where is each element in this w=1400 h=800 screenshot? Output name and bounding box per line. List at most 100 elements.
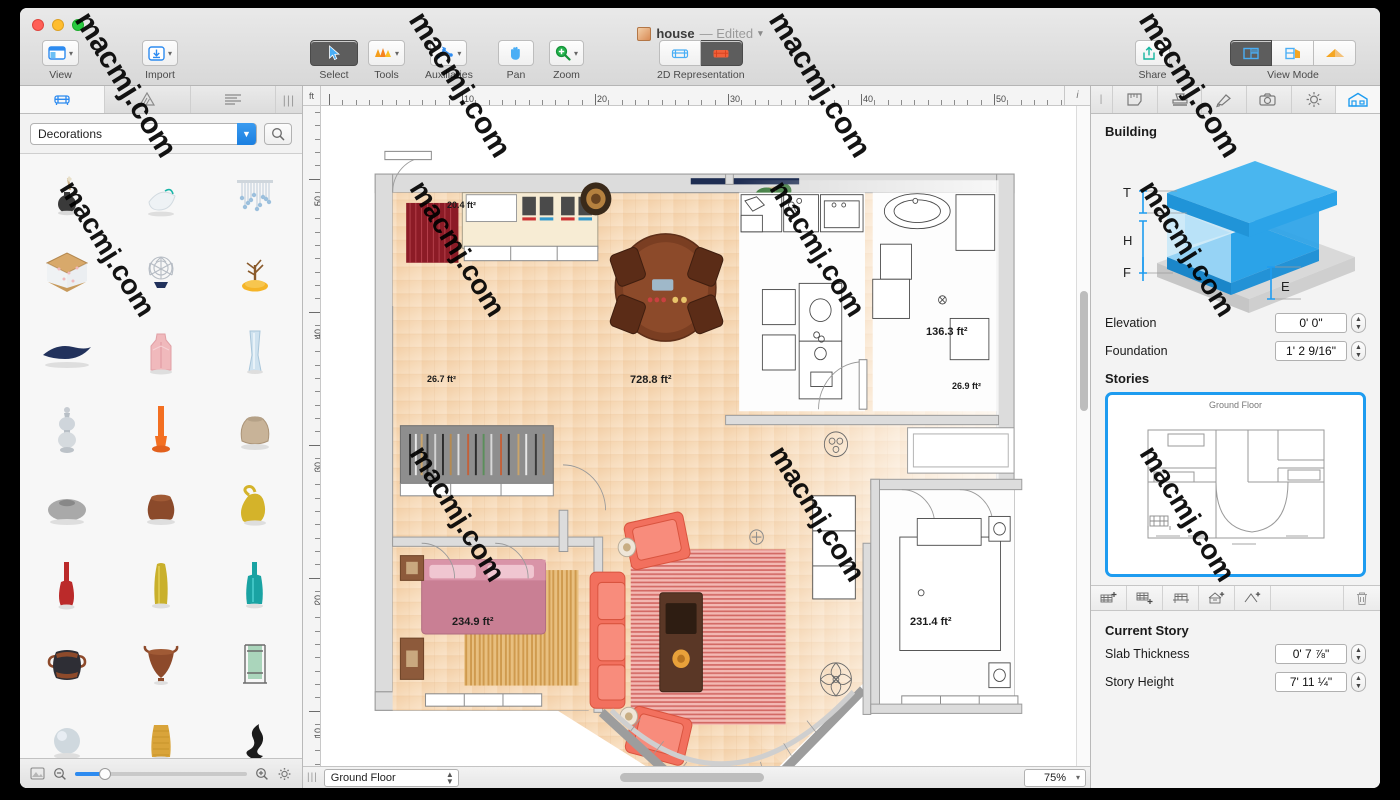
sidebar-tab-materials[interactable] (105, 86, 191, 113)
catalog-item[interactable] (208, 236, 302, 314)
floor-plan[interactable]: 20.4 ft² 26.7 ft² 728.8 ft² 136.3 ft² 26… (321, 106, 1076, 766)
canvas-vertical-scrollbar[interactable] (1076, 106, 1090, 766)
chevron-down-icon[interactable]: ▼ (237, 122, 256, 145)
catalog-item[interactable] (20, 470, 114, 548)
inspector-tab-measure[interactable] (1113, 86, 1158, 113)
catalog-item[interactable] (208, 548, 302, 626)
sidebar-tab-grip[interactable]: ||| (275, 86, 302, 113)
ruler-tick (315, 590, 320, 592)
catalog-item[interactable] (114, 548, 208, 626)
zoom-level-select[interactable]: 75% ▾ (1024, 768, 1086, 787)
viewmode-plan-button[interactable] (1230, 40, 1272, 66)
catalog-item[interactable] (114, 470, 208, 548)
inspector-tab-camera[interactable] (1247, 86, 1292, 113)
add-roof-button[interactable] (1235, 586, 1271, 610)
horizontal-ruler[interactable]: ft 102030405060 i (303, 86, 1090, 106)
slider-knob[interactable] (99, 767, 112, 780)
ruler-tick (315, 205, 320, 207)
story-height-input[interactable]: 7' 11 ¼" (1275, 672, 1347, 692)
catalog-item[interactable] (20, 626, 114, 704)
view-button[interactable]: ▾ (42, 40, 80, 66)
grip-icon: ||| (282, 92, 296, 107)
catalog-item[interactable] (208, 626, 302, 704)
sidebar-tab-list[interactable] (190, 86, 276, 113)
foundation-input[interactable]: 1' 2 9/16" (1275, 341, 1347, 361)
viewmode-label: View Mode (1267, 69, 1319, 81)
info-icon[interactable]: i (1064, 86, 1090, 105)
catalog-item[interactable] (114, 626, 208, 704)
select-button[interactable] (310, 40, 358, 66)
chevron-down-icon[interactable]: ▾ (168, 49, 172, 58)
catalog-item[interactable] (20, 158, 114, 236)
catalog-item[interactable] (20, 236, 114, 314)
catalog-item[interactable] (20, 314, 114, 392)
chevron-down-icon[interactable]: ▾ (574, 49, 578, 58)
representation-3d-button[interactable] (658, 40, 701, 66)
tools-label: Tools (374, 69, 399, 81)
vertical-ruler[interactable]: 50 40 30 20 10 (303, 106, 321, 766)
floor-selector[interactable]: Ground Floor ▲ ▼ (323, 768, 459, 787)
chevron-down-icon[interactable]: ▾ (69, 49, 73, 58)
share-button[interactable]: ▾ (1135, 40, 1171, 66)
foundation-stepper[interactable]: ▲ ▼ (1351, 341, 1366, 361)
chevron-down-icon[interactable]: ▾ (1160, 49, 1164, 58)
inspector-tab-texture[interactable] (1158, 86, 1203, 113)
catalog-item[interactable] (114, 704, 208, 758)
document-title[interactable]: house — Edited ▾ (20, 26, 1380, 41)
add-story-above-button[interactable] (1091, 586, 1127, 610)
duplicate-story-button[interactable] (1163, 586, 1199, 610)
catalog-item[interactable] (20, 548, 114, 626)
canvas-horizontal-scrollbar[interactable] (465, 773, 1018, 782)
add-attic-button[interactable] (1199, 586, 1235, 610)
tools-button[interactable]: ▾ (368, 40, 406, 66)
story-height-stepper[interactable]: ▲ ▼ (1351, 672, 1366, 692)
inspector-tab-light[interactable] (1292, 86, 1337, 113)
object-catalog[interactable] (20, 154, 302, 758)
catalog-zoom-slider[interactable] (75, 767, 247, 780)
delete-story-button[interactable] (1344, 586, 1380, 610)
magnifier-plus-icon[interactable] (255, 767, 269, 780)
catalog-item[interactable] (20, 392, 114, 470)
elevation-stepper[interactable]: ▲ ▼ (1351, 313, 1366, 333)
catalog-item[interactable] (208, 704, 302, 758)
slab-thickness-input[interactable]: 0' 7 ⅞" (1275, 644, 1347, 664)
sidebar-tab-objects[interactable] (20, 86, 106, 113)
add-story-below-button[interactable] (1127, 586, 1163, 610)
catalog-item[interactable] (114, 158, 208, 236)
elevation-input[interactable]: 0' 0" (1275, 313, 1347, 333)
gear-icon[interactable] (277, 767, 292, 781)
stepper-icon[interactable]: ▲ ▼ (446, 770, 454, 785)
catalog-item[interactable] (114, 236, 208, 314)
viewmode-elevation-button[interactable] (1272, 40, 1314, 66)
catalog-item[interactable] (208, 314, 302, 392)
auxiliaries-button[interactable]: ▾ (430, 40, 468, 66)
catalog-item[interactable] (114, 314, 208, 392)
scrollbar-thumb[interactable] (619, 773, 764, 782)
chevron-down-icon[interactable]: ▾ (1076, 773, 1080, 782)
representation-2d-button[interactable] (700, 40, 743, 66)
story-thumbnail-card[interactable]: Ground Floor (1105, 392, 1366, 577)
search-button[interactable] (264, 122, 292, 145)
catalog-item[interactable] (208, 470, 302, 548)
pan-button[interactable] (498, 40, 534, 66)
ruler-tick (309, 444, 320, 446)
image-icon[interactable] (30, 767, 45, 780)
inspector-tab-building[interactable] (1336, 86, 1380, 113)
inspector-tab-edit[interactable] (1202, 86, 1248, 113)
zoom-tool-button[interactable]: ▾ (549, 40, 585, 66)
slab-thickness-stepper[interactable]: ▲ ▼ (1351, 644, 1366, 664)
chevron-down-icon[interactable]: ▾ (395, 49, 399, 58)
catalog-item[interactable] (208, 158, 302, 236)
chevron-down-icon[interactable]: ▾ (758, 28, 763, 39)
viewmode-3d-button[interactable] (1314, 40, 1356, 66)
inspector-tab-grip[interactable]: | (1091, 86, 1113, 113)
catalog-item[interactable] (208, 392, 302, 470)
import-button[interactable]: ▾ (142, 40, 179, 66)
category-select[interactable]: Decorations ▼ (30, 122, 257, 145)
ruler-tick (315, 324, 320, 326)
magnifier-minus-icon[interactable] (53, 767, 67, 780)
chevron-down-icon[interactable]: ▾ (457, 49, 461, 58)
scrollbar-thumb[interactable] (1080, 291, 1088, 411)
catalog-item[interactable] (114, 392, 208, 470)
catalog-item[interactable] (20, 704, 114, 758)
